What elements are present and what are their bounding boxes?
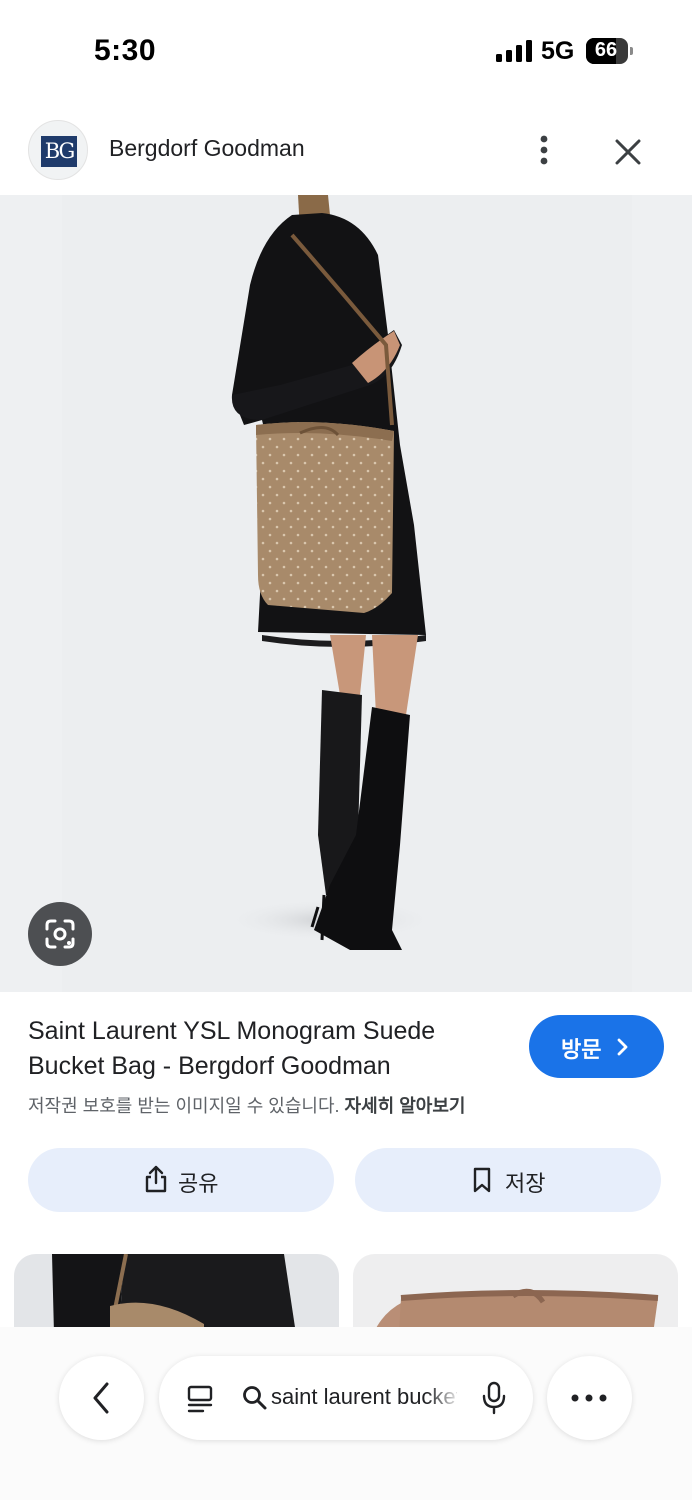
source-name[interactable]: Bergdorf Goodman xyxy=(109,135,305,162)
battery-nub xyxy=(630,47,633,55)
bergdorf-goodman-logo: BG xyxy=(41,136,77,167)
back-icon xyxy=(93,1382,109,1414)
related-image-2-illustration xyxy=(373,1288,659,1334)
more-options-button[interactable] xyxy=(547,1356,632,1440)
share-button[interactable]: 공유 xyxy=(28,1148,334,1212)
status-time: 5:30 xyxy=(94,34,157,67)
source-header: BG Bergdorf Goodman xyxy=(0,110,692,194)
tabs-icon xyxy=(187,1385,213,1413)
visit-button[interactable]: 방문 xyxy=(529,1015,664,1078)
google-lens-icon xyxy=(45,919,75,949)
battery-icon: 66 xyxy=(586,38,628,64)
source-logo[interactable]: BG xyxy=(28,120,88,180)
search-query-fade xyxy=(427,1376,461,1420)
related-image-1-illustration xyxy=(52,1254,296,1334)
save-button[interactable]: 저장 xyxy=(355,1148,661,1212)
mic-icon[interactable] xyxy=(481,1381,507,1415)
search-bar[interactable]: saint laurent bucket bag xyxy=(159,1356,533,1440)
battery-level: 66 xyxy=(594,39,618,61)
bookmark-icon xyxy=(473,1167,491,1193)
cellular-signal-icon xyxy=(496,40,532,62)
related-image-1[interactable] xyxy=(14,1254,339,1334)
save-label: 저장 xyxy=(505,1171,546,1196)
more-horiz-icon xyxy=(571,1394,607,1402)
chevron-right-icon xyxy=(617,1038,628,1056)
google-lens-button[interactable] xyxy=(28,902,92,966)
result-title[interactable]: Saint Laurent YSL Monogram Suede Bucket … xyxy=(28,1014,498,1084)
network-type: 5G xyxy=(541,37,575,65)
status-bar: 5:30 5G 66 xyxy=(0,0,692,100)
back-button[interactable] xyxy=(59,1356,144,1440)
related-image-2[interactable] xyxy=(353,1254,678,1334)
share-icon xyxy=(145,1165,167,1193)
close-icon[interactable] xyxy=(608,132,648,172)
copyright-text: 저작권 보호를 받는 이미지일 수 있습니다. xyxy=(28,1096,340,1116)
learn-more-link[interactable]: 자세히 알아보기 xyxy=(345,1096,466,1116)
search-icon xyxy=(243,1386,267,1410)
share-label: 공유 xyxy=(178,1171,219,1196)
product-image[interactable] xyxy=(0,195,692,992)
model-with-bucket-bag-illustration xyxy=(62,195,632,992)
more-vert-icon[interactable] xyxy=(528,130,560,170)
visit-label: 방문 xyxy=(561,1037,602,1062)
copyright-notice: 저작권 보호를 받는 이미지일 수 있습니다. 자세히 알아보기 xyxy=(28,1092,465,1118)
